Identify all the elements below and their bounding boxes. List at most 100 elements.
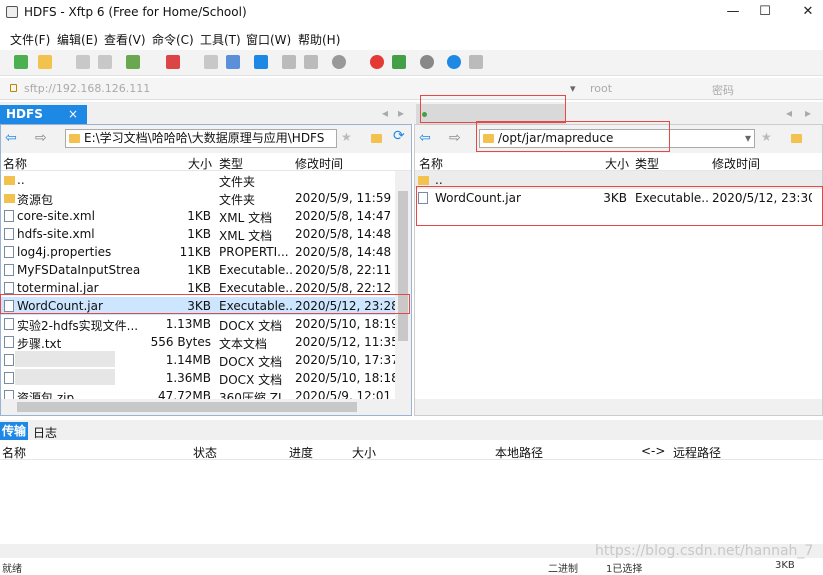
new-session-icon[interactable] <box>14 55 28 69</box>
refresh-icon[interactable]: ⟳ <box>393 128 405 144</box>
local-horizontal-scrollbar[interactable] <box>1 399 411 415</box>
properties-icon[interactable] <box>204 55 218 69</box>
star-icon[interactable]: ★ <box>761 130 772 144</box>
tab-log[interactable]: 日志 <box>33 424 57 441</box>
remote-column-header: 名称 大小 类型 修改时间 <box>415 153 822 171</box>
host-input[interactable]: sftp://192.168.126.111 <box>24 82 150 95</box>
username-input[interactable]: root <box>590 82 612 95</box>
chevron-down-icon[interactable]: ▾ <box>745 130 751 147</box>
upload-icon[interactable] <box>226 55 240 69</box>
cell-type: 文件夹 <box>219 175 256 189</box>
col-direction[interactable]: <-> <box>641 444 665 458</box>
tab-scroll-left-icon[interactable]: ◂ <box>382 106 388 120</box>
local-file-row[interactable]: 步骤.txt 556 Bytes 文本文档 2020/5/12, 11:35 <box>1 333 411 351</box>
cell-date: 2020/5/8, 22:12 <box>295 281 392 295</box>
cell-name: 实验2-hdfs实现文件... <box>17 319 139 333</box>
col-type[interactable]: 类型 <box>635 155 659 172</box>
cell-date: 2020/5/9, 11:59 <box>295 191 392 205</box>
local-file-row[interactable]: hdfs-site.xml 1KB XML 文档 2020/5/8, 14:48 <box>1 225 411 243</box>
watermark: https://blog.csdn.net/hannah_7 <box>595 543 814 559</box>
tab-scroll-right-icon[interactable]: ▸ <box>398 106 404 120</box>
cell-size: 1.36MB <box>165 371 211 385</box>
col-size[interactable]: 大小 <box>188 155 212 172</box>
open-folder-icon[interactable] <box>791 134 802 143</box>
menu-window[interactable]: 窗口(W) <box>246 31 291 48</box>
minimize-button[interactable]: — <box>718 2 748 22</box>
status-ready: 就绪 <box>2 564 22 575</box>
cell-date: 2020/5/12, 11:35 <box>295 335 395 349</box>
col-size[interactable]: 大小 <box>605 155 629 172</box>
chevron-down-icon[interactable]: ▾ <box>570 82 576 95</box>
disconnect-icon[interactable] <box>98 55 112 69</box>
cell-type: Executable... <box>219 281 293 295</box>
hscroll-thumb[interactable] <box>17 402 357 412</box>
tab-transfer[interactable]: 传输 <box>0 422 28 440</box>
close-button[interactable]: ✕ <box>793 2 823 22</box>
stop-icon[interactable] <box>332 55 346 69</box>
menu-tools[interactable]: 工具(T) <box>200 31 241 48</box>
copy-icon[interactable] <box>282 55 296 69</box>
tab-close-icon[interactable]: × <box>68 105 78 124</box>
open-folder-icon[interactable] <box>371 134 382 143</box>
local-file-row[interactable]: 实验2-hdfs实现文件... 1.13MB DOCX 文档 2020/5/10, 1… <box>1 315 411 333</box>
xshell-icon[interactable] <box>370 55 384 69</box>
transfer-icon[interactable] <box>166 55 180 69</box>
forward-icon[interactable]: ⇨ <box>449 130 461 146</box>
cell-date: 2020/5/8, 14:48 <box>295 245 392 259</box>
col-name[interactable]: 名称 <box>2 444 26 461</box>
cell-type: DOCX 文档 <box>219 319 283 333</box>
col-type[interactable]: 类型 <box>219 155 243 172</box>
local-file-row[interactable]: .. 文件夹 <box>1 171 411 189</box>
cell-name: .. <box>17 173 25 187</box>
local-vertical-scrollbar[interactable] <box>395 171 411 401</box>
sync-icon[interactable] <box>126 55 140 69</box>
forward-icon[interactable]: ⇨ <box>35 130 47 146</box>
col-local-path[interactable]: 本地路径 <box>495 444 543 461</box>
local-path-input[interactable]: E:\学习文档\哈哈哈\大数据原理与应用\HDFS <box>65 129 337 148</box>
cell-size: 1KB <box>187 281 211 295</box>
col-progress[interactable]: 进度 <box>289 444 313 461</box>
remote-horizontal-scrollbar[interactable] <box>415 399 822 415</box>
cell-name: hdfs-site.xml <box>17 227 95 241</box>
remote-tab-scroll-right-icon[interactable]: ▸ <box>805 106 811 120</box>
swap-icon[interactable] <box>254 55 268 69</box>
paste-icon[interactable] <box>304 55 318 69</box>
col-name[interactable]: 名称 <box>419 155 443 172</box>
col-modified[interactable]: 修改时间 <box>712 155 760 172</box>
col-status[interactable]: 状态 <box>193 444 217 461</box>
folder-icon <box>69 134 80 143</box>
xftp-icon[interactable] <box>392 55 406 69</box>
col-remote-path[interactable]: 远程路径 <box>673 444 721 461</box>
session-tabs: HDFS × ◂ ▸ ◂ ▸ <box>0 102 823 124</box>
password-input[interactable]: 密码 <box>712 82 734 98</box>
menu-help[interactable]: 帮助(H) <box>298 31 340 48</box>
maximize-button[interactable]: ☐ <box>750 2 780 22</box>
chat-icon[interactable] <box>469 55 483 69</box>
cell-type: DOCX 文档 <box>219 373 283 387</box>
local-file-row[interactable]: core-site.xml 1KB XML 文档 2020/5/8, 14:47 <box>1 207 411 225</box>
connect-icon[interactable] <box>76 55 90 69</box>
cell-size: 1KB <box>187 209 211 223</box>
col-size[interactable]: 大小 <box>352 444 376 461</box>
gear-icon[interactable] <box>420 55 434 69</box>
menu-command[interactable]: 命令(C) <box>152 31 194 48</box>
menu-view[interactable]: 查看(V) <box>104 31 146 48</box>
back-icon[interactable]: ⇦ <box>419 130 431 146</box>
col-name[interactable]: 名称 <box>3 155 27 172</box>
local-file-row[interactable]: log4j.properties 11KB PROPERTI... 2020/5/8,… <box>1 243 411 261</box>
local-file-row[interactable]: MyFSDataInputStrea... 1KB Executable... 202… <box>1 261 411 279</box>
remote-tab-scroll-left-icon[interactable]: ◂ <box>786 106 792 120</box>
menu-edit[interactable]: 编辑(E) <box>57 31 98 48</box>
toolbar <box>0 50 823 76</box>
open-folder-icon[interactable] <box>38 55 52 69</box>
menu-file[interactable]: 文件(F) <box>10 31 50 48</box>
help-icon[interactable] <box>447 55 461 69</box>
back-icon[interactable]: ⇦ <box>5 130 17 146</box>
star-icon[interactable]: ★ <box>341 130 352 144</box>
cell-type: XML 文档 <box>219 229 273 243</box>
tab-local-hdfs[interactable]: HDFS × <box>0 105 87 124</box>
scroll-thumb[interactable] <box>398 191 408 341</box>
cell-name: 步骤.txt <box>17 337 62 351</box>
local-file-row[interactable]: 资源包 文件夹 2020/5/9, 11:59 <box>1 189 411 207</box>
col-modified[interactable]: 修改时间 <box>295 155 343 172</box>
